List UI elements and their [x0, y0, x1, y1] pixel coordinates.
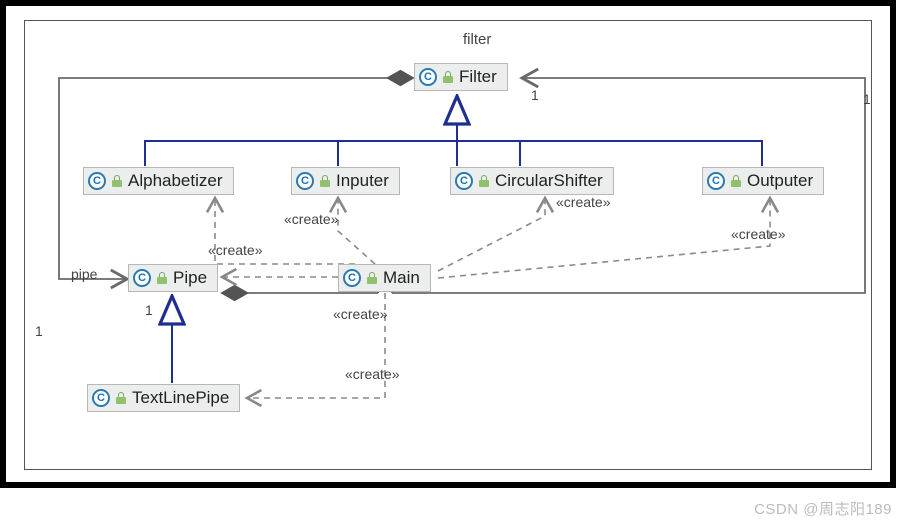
class-label: Outputer — [747, 171, 813, 191]
inner-frame: filter C Filter C Alphabetizer C Inputer… — [24, 20, 872, 470]
class-icon: C — [88, 172, 106, 190]
class-icon: C — [419, 68, 437, 86]
class-icon: C — [92, 389, 110, 407]
label-create6: «create» — [333, 306, 387, 322]
class-icon: C — [343, 269, 361, 287]
lock-icon — [320, 175, 330, 187]
watermark: CSDN @周志阳189 — [754, 498, 892, 519]
label-mult-1b: 1 — [145, 302, 153, 318]
class-icon: C — [296, 172, 314, 190]
class-label: Inputer — [336, 171, 389, 191]
class-icon: C — [133, 269, 151, 287]
class-icon: C — [707, 172, 725, 190]
class-textlinepipe: C TextLinePipe — [87, 384, 240, 412]
diagram-title: filter — [463, 31, 491, 48]
class-alphabetizer: C Alphabetizer — [83, 167, 234, 195]
class-label: Pipe — [173, 268, 207, 288]
lock-icon — [443, 71, 453, 83]
label-create1: «create» — [208, 242, 262, 258]
label-create3: «create» — [556, 194, 610, 210]
label-create5: «create» — [345, 366, 399, 382]
class-pipe: C Pipe — [128, 264, 218, 292]
lock-icon — [367, 272, 377, 284]
lock-icon — [116, 392, 126, 404]
class-circularshifter: C CircularShifter — [450, 167, 614, 195]
label-pipe-role: pipe — [71, 266, 97, 282]
outer-frame: filter C Filter C Alphabetizer C Inputer… — [0, 0, 896, 488]
lock-icon — [479, 175, 489, 187]
label-mult-1d: 1 — [863, 91, 871, 107]
label-mult-1c: 1 — [531, 87, 539, 103]
class-icon: C — [455, 172, 473, 190]
lock-icon — [112, 175, 122, 187]
lock-icon — [157, 272, 167, 284]
label-create2: «create» — [284, 211, 338, 227]
class-filter: C Filter — [414, 63, 508, 91]
class-label: Main — [383, 268, 420, 288]
class-label: TextLinePipe — [132, 388, 229, 408]
class-outputer: C Outputer — [702, 167, 824, 195]
class-label: Alphabetizer — [128, 171, 223, 191]
label-create4: «create» — [731, 226, 785, 242]
class-inputer: C Inputer — [291, 167, 400, 195]
lock-icon — [731, 175, 741, 187]
class-label: Filter — [459, 67, 497, 87]
class-label: CircularShifter — [495, 171, 603, 191]
label-mult-1a: 1 — [35, 323, 43, 339]
class-main: C Main — [338, 264, 431, 292]
